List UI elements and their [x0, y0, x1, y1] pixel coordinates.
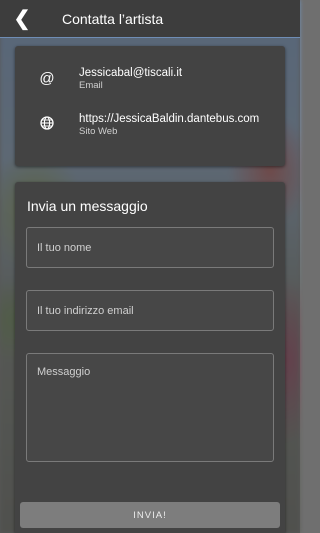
- app-bar: ❮ Contatta l’artista: [0, 0, 300, 38]
- contact-card: @ Jessicabal@tiscali.it Email https://Je…: [15, 46, 285, 166]
- page-title: Contatta l’artista: [62, 10, 164, 27]
- back-arrow-icon: ❮: [13, 8, 31, 30]
- send-button[interactable]: INVIA!: [20, 502, 280, 528]
- back-button[interactable]: ❮: [0, 0, 44, 38]
- contact-website-row[interactable]: https://JessicaBaldin.dantebus.com Sito …: [15, 112, 285, 152]
- at-icon: @: [39, 70, 55, 87]
- contact-email-value[interactable]: Jessicabal@tiscali.it: [79, 66, 182, 80]
- email-input[interactable]: [26, 290, 274, 331]
- name-input[interactable]: [26, 227, 274, 268]
- contact-website-label: Sito Web: [79, 126, 118, 137]
- message-card: Invia un messaggio: [15, 182, 285, 533]
- contact-email-row[interactable]: @ Jessicabal@tiscali.it Email: [15, 66, 285, 106]
- contact-email-label: Email: [79, 80, 103, 91]
- message-textarea[interactable]: [26, 353, 274, 462]
- globe-icon: [15, 112, 79, 130]
- message-section-title: Invia un messaggio: [27, 198, 148, 214]
- contact-website-value[interactable]: https://JessicaBaldin.dantebus.com: [79, 112, 259, 126]
